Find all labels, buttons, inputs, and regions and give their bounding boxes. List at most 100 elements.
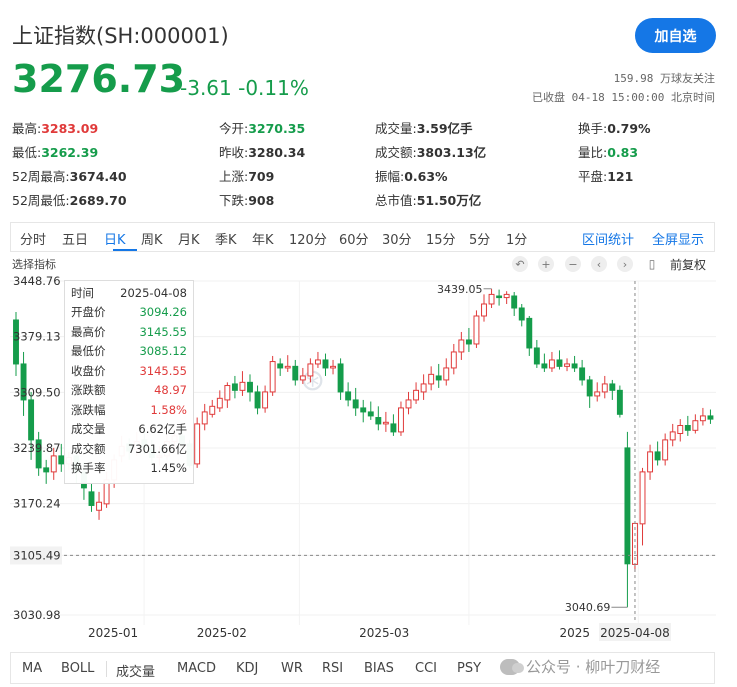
y-tick-label: 3105.49: [13, 548, 61, 562]
range-stats-link[interactable]: 区间统计: [582, 229, 634, 248]
candle-body: [382, 421, 389, 425]
add-to-watchlist-button[interactable]: 加自选: [635, 18, 716, 53]
tooltip-row: 最高价 3145.55: [71, 322, 187, 342]
tooltip-row: 换手率 1.45%: [71, 459, 187, 479]
tab-daily-k[interactable]: 日K: [104, 229, 126, 248]
quote-value: 121: [607, 169, 634, 184]
candle-body: [96, 501, 102, 511]
indicator-boll[interactable]: BOLL: [61, 661, 94, 676]
candle-body: [43, 467, 50, 473]
forward-adjust-button[interactable]: 前复权: [670, 256, 706, 273]
tooltip-value: 2025-04-08: [120, 285, 187, 300]
tab-yearly-k[interactable]: 年K: [252, 229, 274, 248]
candle-body: [330, 365, 336, 369]
tooltip-value: 6.62亿手: [138, 422, 187, 437]
candle-body: [586, 379, 593, 397]
tab-15min[interactable]: 15分: [426, 229, 456, 248]
quote-market-cap: 总市值:51.50万亿: [375, 190, 481, 209]
x-tick-label: 2025-02: [197, 626, 247, 640]
indicator-cci[interactable]: CCI: [415, 661, 437, 676]
tab-5min[interactable]: 5分: [469, 229, 490, 248]
indicator-kdj[interactable]: KDJ: [236, 661, 258, 676]
tab-1min[interactable]: 1分: [506, 229, 527, 248]
fullscreen-link[interactable]: 全屏显示: [652, 229, 704, 248]
quote-label: 平盘:: [578, 169, 608, 184]
stock-title: 上证指数(SH:000001): [12, 24, 229, 48]
indicator-psy[interactable]: PSY: [457, 661, 481, 676]
quote-label: 昨收:: [219, 145, 249, 160]
y-tick-label: 3170.24: [13, 497, 61, 511]
candle-body: [511, 295, 518, 309]
tab-monthly-k[interactable]: 月K: [178, 229, 200, 248]
tooltip-key: 涨跌幅: [71, 402, 106, 417]
quote-value: 908: [248, 193, 275, 208]
candle-body: [616, 389, 623, 415]
candle-body: [435, 375, 442, 381]
indicator-macd[interactable]: MACD: [177, 661, 216, 676]
tooltip-key: 开盘价: [71, 305, 106, 320]
tooltip-row: 涨跌额 48.97: [71, 381, 187, 401]
scroll-left-icon[interactable]: ‹: [591, 256, 607, 272]
scroll-right-icon[interactable]: ›: [617, 256, 633, 272]
quote-value: 3270.35: [248, 121, 306, 136]
indicator-volume[interactable]: 成交量: [116, 661, 155, 680]
quote-value: 0.63%: [404, 169, 448, 184]
zoom-in-icon[interactable]: +: [538, 256, 554, 272]
candle-body: [375, 417, 382, 425]
tooltip-key: 涨跌额: [71, 383, 106, 398]
candle-body: [209, 405, 216, 415]
tooltip-row: 涨跌幅 1.58%: [71, 400, 187, 420]
tooltip-value: 3094.26: [139, 305, 187, 320]
candle-body: [707, 415, 714, 420]
tab-120min[interactable]: 120分: [289, 229, 327, 248]
watermark-text: 公众号 · 柳叶刀财经: [526, 658, 661, 676]
indicator-ma[interactable]: MA: [22, 661, 42, 676]
tooltip-row: 成交量 6.62亿手: [71, 420, 187, 440]
candle-body: [352, 399, 359, 409]
quote-label: 52周最高:: [12, 169, 70, 184]
quote-52w-high: 52周最高:3674.40: [12, 166, 127, 185]
quote-label: 最低:: [12, 145, 42, 160]
tab-quarterly-k[interactable]: 季K: [215, 229, 237, 248]
indicator-select[interactable]: 选择指标: [12, 256, 56, 272]
tooltip-value: 1.58%: [150, 402, 187, 417]
tooltip-key: 最低价: [71, 344, 106, 359]
change-amount: -3.61: [180, 76, 232, 100]
y-tick-label: 3379.13: [13, 330, 61, 344]
y-tick-label: 3030.98: [13, 608, 61, 622]
undo-icon[interactable]: ↶: [512, 256, 528, 272]
quote-label: 上涨:: [219, 169, 249, 184]
active-tab-indicator: [113, 249, 137, 251]
quote-prev-close: 昨收:3280.34: [219, 142, 305, 161]
zoom-out-icon[interactable]: −: [565, 256, 581, 272]
tooltip-key: 成交量: [71, 422, 106, 437]
quote-value: 3262.39: [41, 145, 99, 160]
indicator-rsi[interactable]: RSI: [322, 661, 343, 676]
quote-label: 成交额:: [375, 145, 417, 160]
max-label: 3439.05: [437, 283, 483, 296]
adjust-icon[interactable]: ▯: [644, 256, 660, 272]
tab-five-day[interactable]: 五日: [62, 229, 88, 248]
tooltip-key: 时间: [71, 285, 94, 300]
candle-body: [677, 425, 684, 435]
tab-intraday[interactable]: 分时: [20, 229, 46, 248]
y-tick-label: 3239.87: [13, 441, 61, 455]
candle-body: [337, 363, 344, 393]
tab-30min[interactable]: 30分: [382, 229, 412, 248]
candle-body: [481, 303, 487, 317]
candle-body: [345, 391, 352, 401]
indicator-wr[interactable]: WR: [281, 661, 303, 676]
tab-60min[interactable]: 60分: [339, 229, 369, 248]
indicator-bias[interactable]: BIAS: [364, 661, 394, 676]
divider: [106, 661, 107, 677]
tooltip-row: 时间 2025-04-08: [71, 283, 187, 303]
tab-weekly-k[interactable]: 周K: [141, 229, 163, 248]
quote-value: 3280.34: [248, 145, 306, 160]
quote-amount: 成交额:3803.13亿: [375, 142, 486, 161]
quote-open: 今开:3270.35: [219, 118, 305, 137]
candle-body: [284, 365, 291, 369]
tooltip-value: 3145.55: [139, 324, 187, 339]
tooltip-row: 最低价 3085.12: [71, 342, 187, 362]
candle-body: [465, 339, 472, 345]
candle-body: [669, 431, 676, 441]
